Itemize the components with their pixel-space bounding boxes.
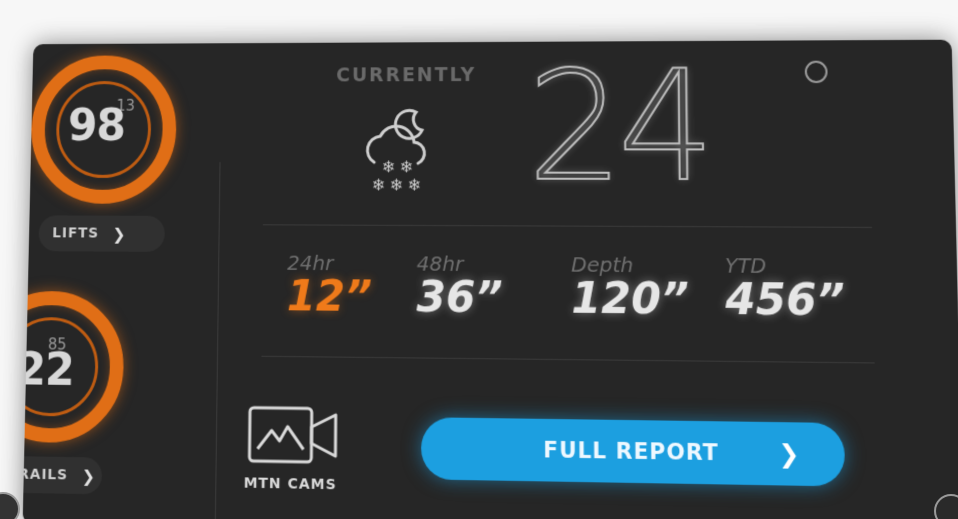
stat-value: 456” bbox=[725, 273, 846, 326]
svg-text:❄: ❄ bbox=[390, 175, 403, 194]
chevron-right-icon: ❯ bbox=[81, 465, 97, 486]
full-report-label: FULL REPORT bbox=[543, 437, 719, 466]
currently-label: CURRENTLY bbox=[336, 63, 477, 87]
section-divider-bottom bbox=[261, 355, 875, 364]
svg-text:❄: ❄ bbox=[400, 157, 413, 176]
mountain-camera-icon bbox=[235, 399, 345, 473]
carousel-dot-icon[interactable] bbox=[0, 492, 20, 519]
full-report-button[interactable]: FULL REPORT ❯ bbox=[421, 417, 846, 487]
lifts-trails-column: 13 98 LIFTS ❯ 85 22 TRAILS ❯ bbox=[22, 43, 217, 519]
snow-report-panel: 13 98 LIFTS ❯ 85 22 TRAILS ❯ CURRENTLY ❄… bbox=[22, 39, 958, 519]
screenshot-stage: 13 98 LIFTS ❯ 85 22 TRAILS ❯ CURRENTLY ❄… bbox=[0, 0, 958, 519]
svg-text:❄: ❄ bbox=[372, 175, 385, 194]
chevron-right-icon: ❯ bbox=[778, 438, 801, 469]
mtn-cams-button[interactable]: MTN CAMS bbox=[225, 399, 356, 494]
degree-icon bbox=[804, 60, 828, 84]
stat-ytd: YTD 456” bbox=[725, 253, 845, 325]
lifts-button[interactable]: LIFTS ❯ bbox=[38, 215, 166, 252]
stat-depth: Depth 120” bbox=[571, 252, 689, 324]
current-temperature: 24 bbox=[526, 39, 711, 217]
column-divider bbox=[214, 162, 221, 519]
stat-value: 12” bbox=[286, 270, 373, 322]
svg-text:❄: ❄ bbox=[408, 175, 421, 194]
lifts-button-label: LIFTS bbox=[52, 225, 100, 242]
section-divider-top bbox=[262, 224, 872, 228]
stat-48hr: 48hr 36” bbox=[416, 251, 502, 322]
snow-cloud-moon-icon: ❄ ❄ ❄ ❄ ❄ bbox=[352, 100, 452, 201]
lifts-open-value: 98 bbox=[67, 100, 126, 152]
trails-button[interactable]: TRAILS ❯ bbox=[22, 455, 103, 495]
trails-open-value: 22 bbox=[22, 344, 75, 397]
mtn-cams-label: MTN CAMS bbox=[243, 475, 337, 494]
stat-value: 36” bbox=[416, 271, 503, 323]
chevron-right-icon: ❯ bbox=[112, 224, 127, 244]
stat-value: 120” bbox=[571, 272, 690, 325]
stat-24hr: 24hr 12” bbox=[287, 251, 373, 322]
trails-button-label: TRAILS bbox=[22, 466, 69, 484]
svg-text:❄: ❄ bbox=[382, 157, 395, 176]
